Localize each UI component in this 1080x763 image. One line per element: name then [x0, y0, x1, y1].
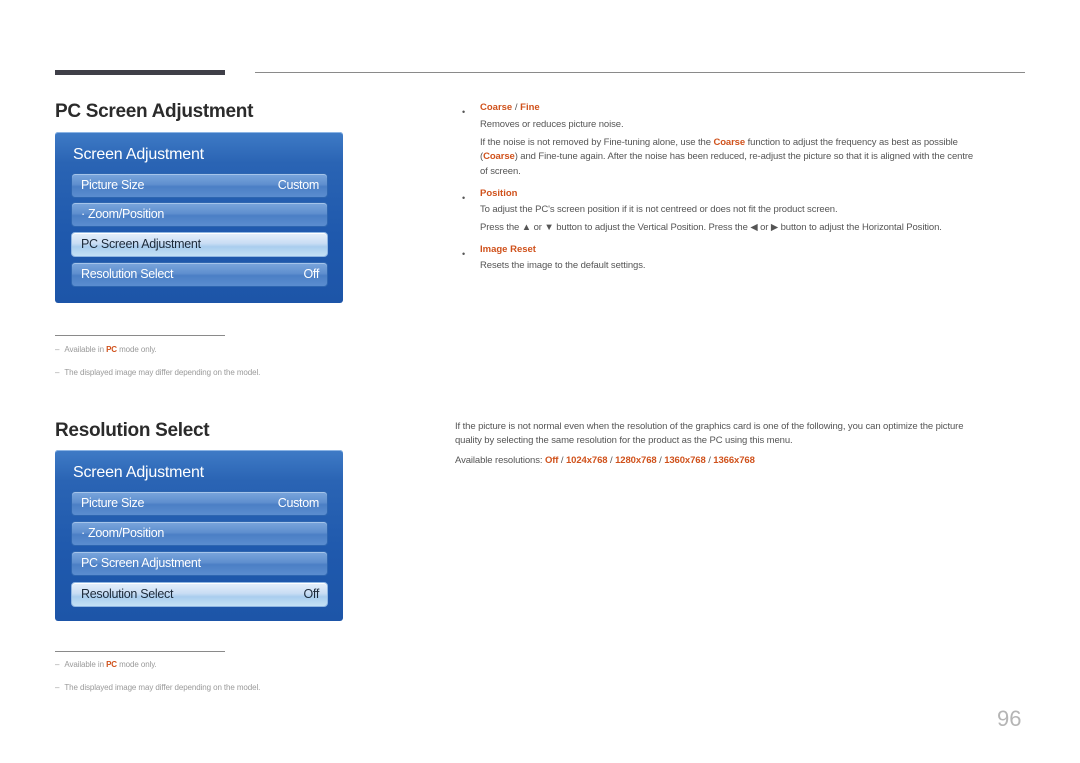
osd-item-label: Resolution Select — [81, 587, 174, 601]
resolution-option-1024x768: 1024x768 — [566, 455, 608, 466]
note-divider — [55, 651, 225, 652]
osd-item-value: Off — [303, 587, 319, 601]
separator: / — [558, 455, 566, 466]
osd-item-zoom-position[interactable]: · Zoom/Position — [71, 521, 328, 546]
position-line-2: Press the ▲ or ▼ button to adjust the Ve… — [480, 222, 942, 233]
osd-item-label: Resolution Select — [81, 267, 174, 281]
osd-menu-screen-adjustment: Screen Adjustment Picture Size Custom · … — [55, 450, 343, 621]
note-text: The displayed image may differ depending… — [64, 368, 261, 377]
available-resolutions: Available resolutions: Off / 1024x768 / … — [455, 455, 755, 466]
resolution-paragraph-line-1: If the picture is not normal even when t… — [455, 421, 964, 432]
heading-fine: Fine — [520, 102, 540, 113]
header-rule-thick — [55, 70, 225, 75]
page-number: 96 — [997, 706, 1022, 731]
osd-item-label: Picture Size — [81, 496, 145, 510]
bullet-heading-image-reset: Image Reset — [480, 244, 536, 255]
bullet-heading-position: Position — [480, 188, 518, 199]
note-text: mode only. — [116, 345, 157, 354]
resolution-option-off: Off — [544, 455, 559, 466]
header-rule-thin — [255, 72, 1025, 73]
dash: – — [55, 345, 60, 354]
section-title-resolution-select: Resolution Select — [55, 420, 210, 441]
osd-title: Screen Adjustment — [73, 464, 204, 481]
osd-item-label: PC Screen Adjustment — [81, 237, 201, 251]
dash: – — [55, 660, 60, 669]
image-reset-line-1: Resets the image to the default settings… — [480, 260, 646, 271]
osd-item-value: Off — [303, 267, 319, 281]
note-divider — [55, 335, 225, 336]
note-image-differs: – The displayed image may differ dependin… — [55, 368, 260, 377]
dash: – — [55, 368, 60, 377]
section-title-pc-screen-adjustment: PC Screen Adjustment — [55, 101, 254, 122]
osd-item-resolution-select[interactable]: Resolution Select Off — [71, 582, 328, 607]
note-image-differs: – The displayed image may differ dependin… — [55, 683, 260, 692]
note-text: The displayed image may differ depending… — [64, 683, 261, 692]
resolution-option-1366x768: 1366x768 — [713, 455, 755, 466]
note-text: mode only. — [116, 660, 157, 669]
osd-item-pc-screen-adjustment[interactable]: PC Screen Adjustment — [71, 232, 328, 257]
note-accent: PC — [106, 660, 117, 669]
bullet-dot: • — [462, 107, 466, 117]
coarse-fine-line-4: of screen. — [480, 166, 521, 177]
note-accent: PC — [106, 345, 117, 354]
note-pc-mode-only: – Available in PC mode only. — [55, 345, 157, 354]
osd-item-pc-screen-adjustment[interactable]: PC Screen Adjustment — [71, 551, 328, 576]
bullet-coarse-fine: • — [462, 102, 465, 120]
osd-item-value: Custom — [277, 178, 320, 192]
osd-menu-screen-adjustment: Screen Adjustment Picture Size Custom · … — [55, 132, 343, 303]
osd-item-value: Custom — [277, 496, 320, 510]
osd-item-label: · Zoom/Position — [81, 526, 165, 540]
text: If the noise is not removed by Fine-tuni… — [480, 137, 714, 148]
bullet-dot: • — [462, 193, 466, 203]
note-pc-mode-only: – Available in PC mode only. — [55, 660, 157, 669]
resolution-option-1360x768: 1360x768 — [664, 455, 706, 466]
osd-item-label: Picture Size — [81, 178, 145, 192]
dash: – — [55, 683, 60, 692]
accent-coarse: Coarse — [483, 151, 515, 162]
bullet-position: • — [462, 188, 465, 206]
resolution-paragraph-line-2: quality by selecting the same resolution… — [455, 435, 793, 446]
heading-separator: / — [512, 102, 521, 113]
osd-item-zoom-position[interactable]: · Zoom/Position — [71, 202, 328, 227]
osd-item-picture-size[interactable]: Picture Size Custom — [71, 173, 328, 198]
resolution-option-1280x768: 1280x768 — [615, 455, 657, 466]
position-line-1: To adjust the PC's screen position if it… — [480, 204, 838, 215]
bullet-heading-coarse-fine: Coarse / Fine — [480, 102, 540, 113]
note-text: Available in — [64, 660, 107, 669]
coarse-fine-line-2: If the noise is not removed by Fine-tuni… — [480, 137, 958, 148]
available-resolutions-label: Available resolutions: — [455, 455, 545, 466]
osd-item-picture-size[interactable]: Picture Size Custom — [71, 491, 328, 516]
accent-coarse: Coarse — [713, 137, 746, 148]
separator: / — [607, 455, 616, 466]
bullet-image-reset: • — [462, 244, 465, 262]
bullet-dot: • — [462, 249, 466, 259]
note-text: Available in — [64, 345, 107, 354]
osd-title: Screen Adjustment — [73, 146, 204, 163]
text: function to adjust the frequency as best… — [745, 137, 958, 148]
osd-item-resolution-select[interactable]: Resolution Select Off — [71, 262, 328, 287]
heading-coarse: Coarse — [480, 102, 513, 113]
coarse-fine-line-1: Removes or reduces picture noise. — [480, 119, 624, 130]
osd-item-label: PC Screen Adjustment — [81, 556, 201, 570]
coarse-fine-line-3: (Coarse) and Fine-tune again. After the … — [480, 151, 973, 162]
text: ) and Fine-tune again. After the noise h… — [514, 151, 974, 162]
osd-item-label: · Zoom/Position — [81, 207, 165, 221]
